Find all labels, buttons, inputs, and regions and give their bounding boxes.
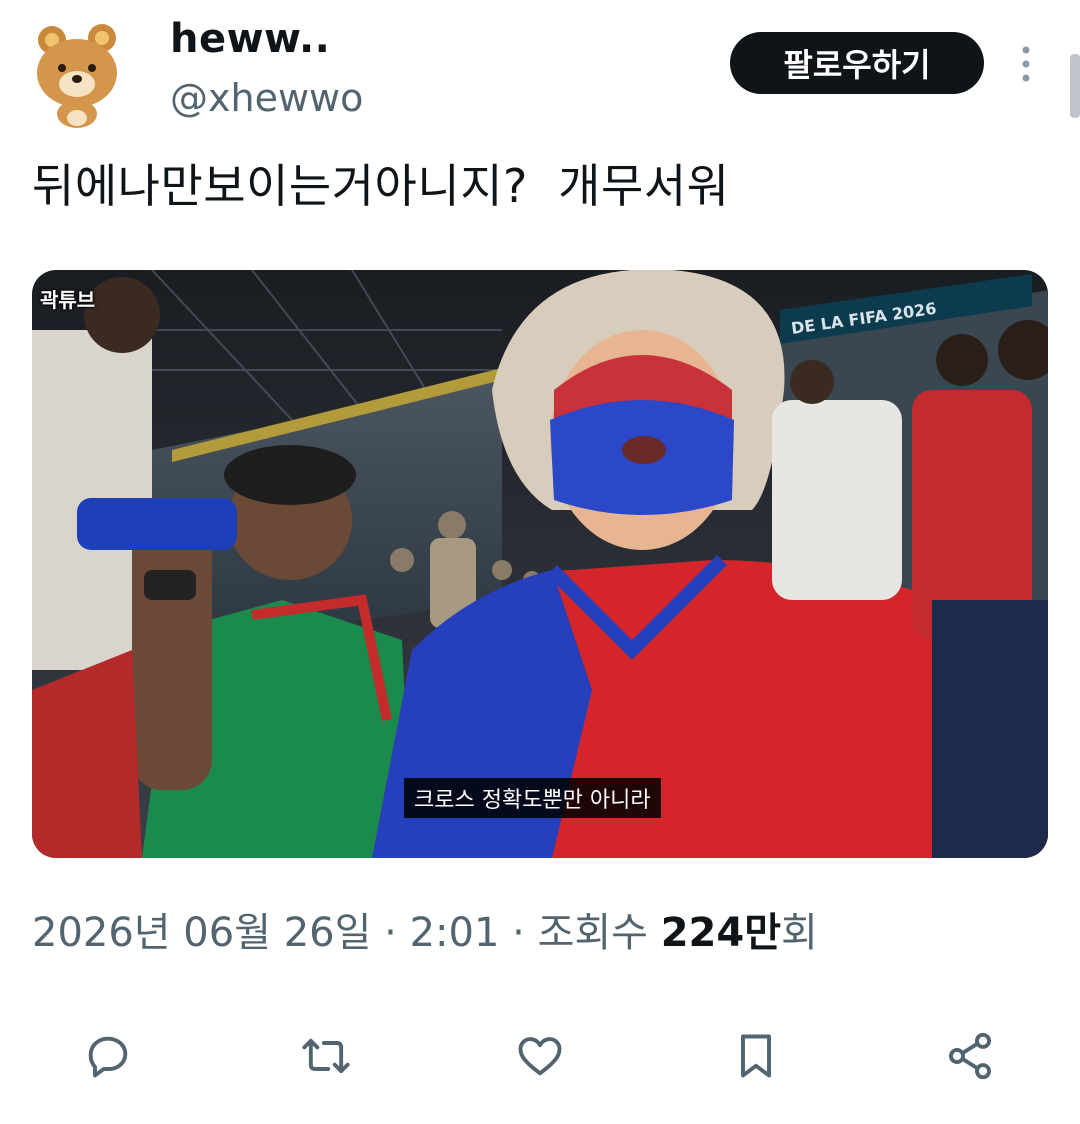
tweet-text: 뒤에나만보이는거아니지? 개무서워	[32, 159, 730, 213]
meta-separator: ·	[371, 910, 410, 956]
views-suffix: 회	[781, 910, 818, 956]
views-label: 조회수	[537, 910, 648, 956]
scrollbar[interactable]	[1070, 54, 1080, 118]
bear-avatar-icon	[37, 24, 117, 128]
video-subtitle: 크로스 정확도뿐만 아니라	[404, 778, 661, 818]
tweet-date[interactable]: 2026년 06월 26일	[32, 910, 371, 956]
tweet-page: heww.. @xhewwo 팔로우하기 뒤에나만보이는거아니지? 개무서워 D…	[0, 0, 1080, 1124]
retweet-icon	[302, 1038, 350, 1074]
bookmark-button[interactable]	[728, 1028, 784, 1084]
more-vertical-icon[interactable]	[1014, 42, 1038, 86]
tweet-meta: 2026년 06월 26일 · 2:01 · 조회수 224만회	[32, 900, 818, 958]
reply-icon	[88, 1036, 128, 1078]
tweet-media[interactable]: DE LA FIFA 2026 곽튜브 크로스 정확도뿐만 아니라	[32, 270, 1048, 858]
avatar[interactable]	[30, 18, 126, 128]
share-icon	[948, 1032, 992, 1080]
retweet-button[interactable]	[298, 1028, 354, 1084]
views-count: 224만	[660, 910, 781, 956]
tweet-time[interactable]: 2:01	[410, 910, 500, 956]
display-name[interactable]: heww..	[170, 16, 330, 62]
bookmark-icon	[741, 1034, 771, 1078]
like-icon	[518, 1037, 562, 1076]
share-button[interactable]	[942, 1028, 998, 1084]
video-watermark: 곽튜브	[40, 288, 96, 312]
like-button[interactable]	[512, 1028, 568, 1084]
follow-button[interactable]: 팔로우하기	[730, 32, 984, 94]
stadium-photo: DE LA FIFA 2026	[32, 270, 1048, 858]
action-bar	[0, 1020, 1080, 1090]
reply-button[interactable]	[80, 1028, 136, 1084]
user-handle[interactable]: @xhewwo	[170, 76, 363, 120]
meta-separator: ·	[499, 910, 538, 956]
